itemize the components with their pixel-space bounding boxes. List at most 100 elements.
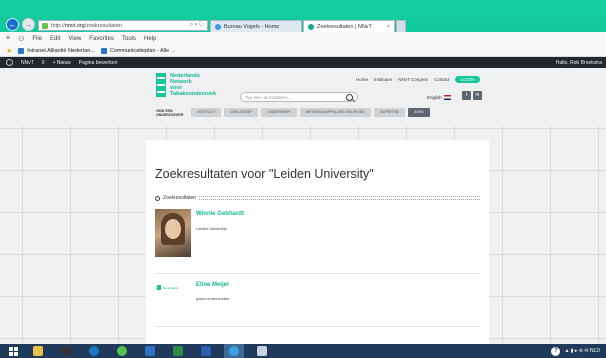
- uk-flag-icon: [443, 95, 451, 100]
- excel-icon: [173, 346, 183, 356]
- taskbar-hp[interactable]: [84, 344, 104, 358]
- favorites-bar: ★ Intranet Alliantië Nederlan... Communi…: [0, 45, 606, 57]
- system-tray: ? ▲ ▮ ▸ ⊘ ✉ NLD: [551, 346, 606, 356]
- media-icon: [61, 346, 71, 356]
- close-icon[interactable]: ×: [6, 35, 10, 42]
- results-label: Zoekresultaten: [163, 195, 197, 201]
- menu-view[interactable]: View: [68, 36, 81, 42]
- windows-taskbar: ? ▲ ▮ ▸ ⊘ ✉ NLD: [0, 344, 606, 358]
- results-panel: Zoekresultaten voor "Leiden University" …: [146, 140, 489, 344]
- person-role: junior-onderzoeker: [196, 296, 230, 301]
- taskbar-document[interactable]: [252, 344, 272, 358]
- wp-new[interactable]: + Nieuw: [53, 60, 71, 66]
- nnvt-logo-icon: [156, 73, 166, 97]
- filter-instituut[interactable]: INSTITUUT: [191, 108, 222, 117]
- folder-icon: [33, 346, 43, 356]
- address-url: http://nnvt.org/zoekresultaten: [51, 22, 122, 29]
- filter-doelgroep[interactable]: DOELGROEP: [224, 108, 259, 117]
- menu-help[interactable]: Help: [144, 36, 156, 42]
- zoek-button[interactable]: ZOEK: [408, 108, 430, 117]
- hp-icon: [89, 346, 99, 356]
- language-switch[interactable]: English: [427, 95, 451, 100]
- close-tab-icon[interactable]: ×: [387, 24, 390, 30]
- divider: [155, 326, 480, 327]
- menu-favorites[interactable]: Favorites: [89, 36, 114, 42]
- results-header: Zoekresultaten: [155, 195, 480, 201]
- bookmark-intranet[interactable]: Intranet Alliantië Nederlan...: [18, 47, 95, 54]
- page-title: Zoekresultaten voor "Leiden University": [155, 167, 374, 181]
- social-links: t in: [462, 91, 482, 100]
- twitter-icon[interactable]: t: [462, 91, 471, 100]
- arrow-right-icon: →: [24, 19, 33, 29]
- convert-icon[interactable]: ⚇: [18, 35, 24, 43]
- person-name-link[interactable]: Winnie Gebhardt: [196, 211, 244, 217]
- back-button[interactable]: ←: [6, 18, 19, 31]
- address-bar[interactable]: http://nnvt.org/zoekresultaten ⌕ ▾ ↻: [38, 20, 208, 31]
- spotify-icon: [117, 346, 127, 356]
- wp-user-greeting[interactable]: Hallo, Rob Broekstra: [556, 60, 606, 66]
- person-affiliation: Leiden University: [196, 226, 227, 231]
- menu-file[interactable]: File: [32, 36, 42, 42]
- page-icon: [100, 47, 107, 54]
- taskbar-explorer[interactable]: [28, 344, 48, 358]
- topnav-contact[interactable]: Contact: [434, 77, 450, 82]
- tab-zoekresultaten[interactable]: Zoekresultaten | NNvT ×: [303, 20, 395, 32]
- page-viewport: Nederlands Network voor Tabaksonderzoek …: [0, 68, 606, 344]
- taskbar-word[interactable]: [196, 344, 216, 358]
- windows-logo-icon: [8, 346, 18, 356]
- filter-expertise[interactable]: EXPERTISE: [373, 108, 406, 117]
- wordpress-logo-icon[interactable]: [6, 59, 13, 66]
- help-icon[interactable]: ?: [551, 346, 561, 356]
- topnav-home[interactable]: Home: [356, 77, 368, 82]
- researcher-filter-nav: VIND EEN ONDERZOEKER INSTITUUT DOELGROEP…: [156, 108, 430, 117]
- taskbar-excel[interactable]: [168, 344, 188, 358]
- tray-icons[interactable]: ▲ ▮ ▸ ⊘ ✉ NLD: [564, 348, 600, 354]
- bookmark-communicatieplan[interactable]: Communicatieplan - Alle ...: [100, 47, 175, 54]
- search-input[interactable]: Typ hier uw zoekterm...: [245, 95, 292, 100]
- mainnav-label: VIND EEN ONDERZOEKER: [156, 108, 184, 117]
- ie-icon: [229, 346, 239, 356]
- topnav-congres[interactable]: NNvT Congres: [398, 77, 428, 82]
- login-button[interactable]: LOGIN: [455, 76, 480, 83]
- star-icon[interactable]: ★: [6, 47, 12, 55]
- filter-onderwerp[interactable]: ONDERWERP: [261, 108, 297, 117]
- browser-chrome: ← → http://nnvt.org/zoekresultaten ⌕ ▾ ↻…: [0, 0, 606, 68]
- site-favicon-icon: [42, 22, 48, 29]
- nnvt-favicon-icon: [308, 23, 314, 30]
- wp-comments[interactable]: 0: [42, 60, 45, 66]
- document-icon: [257, 346, 267, 356]
- outlook-icon: [145, 346, 155, 356]
- logo-text: Nederlands Network voor Tabaksonderzoek: [170, 73, 217, 97]
- dotted-divider: [199, 196, 480, 200]
- wp-edit-page[interactable]: Pagina bewerken: [79, 60, 118, 66]
- page-icon: [18, 47, 25, 54]
- menu-tools[interactable]: Tools: [122, 36, 136, 42]
- placeholder-logo: Nederlands: [157, 285, 178, 290]
- topnav-instituten[interactable]: Instituten: [374, 77, 392, 82]
- search-icon[interactable]: [346, 93, 353, 101]
- wp-site-name[interactable]: NNvT: [21, 60, 34, 66]
- nnvt-logo-icon: [157, 285, 161, 290]
- site-search[interactable]: Typ hier uw zoekterm...: [240, 92, 358, 102]
- top-navigation: Home Instituten NNvT Congres Contact LOG…: [356, 76, 480, 83]
- new-tab-button[interactable]: [396, 20, 406, 32]
- word-icon: [201, 346, 211, 356]
- wordpress-admin-bar: NNvT 0 + Nieuw Pagina bewerken Hallo, Ro…: [0, 57, 606, 68]
- linkedin-icon[interactable]: in: [473, 91, 482, 100]
- tab-bureau-vogels[interactable]: Bureau Vogels - Home: [210, 20, 302, 32]
- avatar[interactable]: [155, 209, 191, 257]
- site-logo[interactable]: Nederlands Network voor Tabaksonderzoek: [156, 73, 216, 97]
- list-item[interactable]: Nederlands Eline Meijer junior-onderzoek…: [155, 273, 480, 301]
- taskbar-internet-explorer[interactable]: [224, 344, 244, 358]
- address-tools[interactable]: ⌕ ▾ ↻: [190, 22, 207, 29]
- start-button[interactable]: [6, 344, 20, 358]
- taskbar-spotify[interactable]: [112, 344, 132, 358]
- menu-edit[interactable]: Edit: [50, 36, 60, 42]
- tab-label: Zoekresultaten | NNvT: [317, 23, 372, 30]
- taskbar-outlook[interactable]: [140, 344, 160, 358]
- person-name-link[interactable]: Eline Meijer: [196, 282, 229, 288]
- tab-label: Bureau Vogels - Home: [224, 23, 280, 30]
- taskbar-media[interactable]: [56, 344, 76, 358]
- forward-button[interactable]: →: [22, 18, 35, 31]
- filter-discipline[interactable]: WETENSCHAPPELIJKE DISCIPLINE: [299, 108, 371, 117]
